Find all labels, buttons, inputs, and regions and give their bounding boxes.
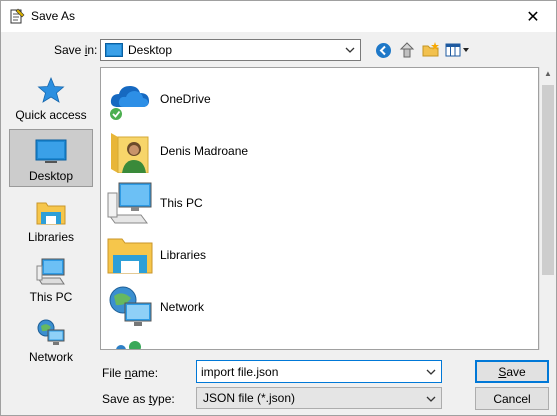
list-item-this-pc[interactable]: This PC xyxy=(107,179,407,227)
list-item-partial xyxy=(111,338,151,349)
cancel-button[interactable]: Cancel xyxy=(475,387,549,410)
place-label: Libraries xyxy=(27,230,75,244)
cancel-button-label: Cancel xyxy=(493,391,531,406)
vertical-scrollbar[interactable]: ▲ xyxy=(539,67,556,350)
libraries-icon xyxy=(107,238,153,274)
save-in-label: Save in: xyxy=(54,43,98,57)
place-this-pc[interactable]: This PC xyxy=(9,249,93,307)
desktop-icon xyxy=(35,139,67,163)
place-label: Network xyxy=(28,350,73,364)
save-as-dialog: Save As ✕ Save in: Desktop Quick access … xyxy=(0,0,557,416)
network-icon xyxy=(37,319,65,345)
save-in-dropdown[interactable]: Desktop xyxy=(100,39,361,61)
list-item-onedrive[interactable]: OneDrive xyxy=(107,75,407,123)
this-pc-icon xyxy=(36,258,65,285)
view-menu-icon xyxy=(445,43,469,57)
list-item-user-folder[interactable]: Denis Madroane xyxy=(107,127,407,175)
save-button[interactable]: Save xyxy=(475,360,549,383)
back-button[interactable] xyxy=(373,40,393,60)
save-as-type-label: Save as type: xyxy=(102,392,175,406)
new-folder-button[interactable] xyxy=(421,40,441,60)
save-as-type-value: JSON file (*.json) xyxy=(203,391,296,405)
network-icon xyxy=(109,286,152,326)
notepad-icon xyxy=(10,8,25,24)
user-folder-icon xyxy=(111,133,149,173)
chevron-down-icon[interactable] xyxy=(424,365,438,379)
place-label: Quick access xyxy=(15,108,87,122)
window-title: Save As xyxy=(31,9,76,23)
view-menu-button[interactable] xyxy=(445,40,471,60)
close-button[interactable]: ✕ xyxy=(510,1,556,32)
onedrive-icon xyxy=(109,86,149,121)
list-item-label: Denis Madroane xyxy=(160,144,249,158)
desktop-icon xyxy=(105,43,123,57)
up-folder-button[interactable] xyxy=(397,40,417,60)
up-folder-icon xyxy=(399,42,415,58)
place-label: This PC xyxy=(29,290,73,304)
star-icon xyxy=(37,76,65,103)
file-name-input[interactable]: import file.json xyxy=(196,360,442,383)
chevron-down-icon xyxy=(345,47,355,53)
save-as-type-dropdown[interactable]: JSON file (*.json) xyxy=(196,387,442,409)
scrollbar-thumb[interactable] xyxy=(542,85,554,275)
save-in-value: Desktop xyxy=(128,43,173,57)
file-name-label: File name: xyxy=(102,366,159,380)
list-item-label: Network xyxy=(160,300,205,314)
list-item-label: OneDrive xyxy=(160,92,211,106)
place-label: Desktop xyxy=(28,169,74,183)
save-button-label: Save xyxy=(498,364,526,379)
list-item-network[interactable]: Network xyxy=(107,283,407,331)
libraries-icon xyxy=(36,202,66,225)
list-item-libraries[interactable]: Libraries xyxy=(107,231,407,279)
file-list[interactable]: OneDrive Denis Madroane This PC Librarie… xyxy=(100,67,539,350)
place-desktop[interactable]: Desktop xyxy=(9,129,93,187)
list-item-label: This PC xyxy=(160,196,203,210)
close-icon: ✕ xyxy=(526,8,540,26)
title-bar: Save As ✕ xyxy=(1,1,556,32)
place-libraries[interactable]: Libraries xyxy=(9,189,93,247)
chevron-down-icon xyxy=(426,396,436,402)
this-pc-icon xyxy=(107,182,152,224)
place-network[interactable]: Network xyxy=(9,309,93,367)
scroll-up-icon[interactable]: ▲ xyxy=(544,69,552,78)
partial-item-icon xyxy=(116,341,141,349)
file-name-value: import file.json xyxy=(201,364,279,379)
place-quick-access[interactable]: Quick access xyxy=(9,67,93,125)
places-bar: Quick access Desktop Libraries This PC N… xyxy=(7,67,95,377)
back-icon xyxy=(375,42,391,58)
list-item-label: Libraries xyxy=(160,248,207,262)
new-folder-icon xyxy=(422,42,439,57)
